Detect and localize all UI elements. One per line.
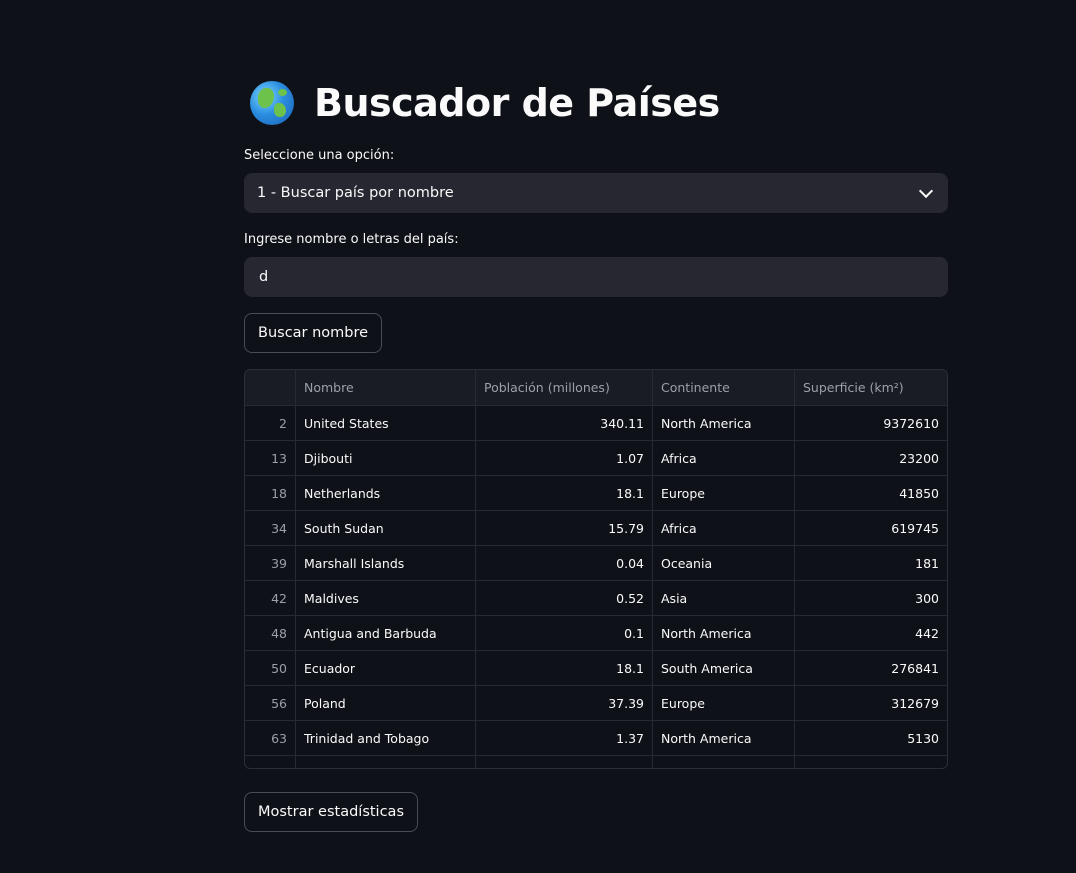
row-index: 63 [245, 721, 296, 755]
table-row[interactable] [245, 756, 947, 768]
table-cell[interactable]: 181 [795, 546, 947, 580]
search-name-button[interactable]: Buscar nombre [244, 313, 383, 353]
row-index: 18 [245, 476, 296, 510]
table-cell[interactable] [653, 756, 795, 768]
table-cell[interactable]: 1.37 [476, 721, 653, 755]
table-cell[interactable]: Trinidad and Tobago [296, 721, 476, 755]
table-cell[interactable] [476, 756, 653, 768]
table-cell[interactable]: 276841 [795, 651, 947, 685]
table-cell[interactable] [296, 756, 476, 768]
table-cell[interactable]: North America [653, 616, 795, 650]
table-cell[interactable]: 41850 [795, 476, 947, 510]
results-table[interactable]: Nombre Población (millones) Continente Supe… [244, 369, 948, 769]
option-select[interactable]: 1 - Buscar país por nombre [244, 173, 948, 213]
table-cell[interactable]: South America [653, 651, 795, 685]
table-cell[interactable]: 15.79 [476, 511, 653, 545]
row-index: 34 [245, 511, 296, 545]
table-cell[interactable]: 619745 [795, 511, 947, 545]
table-row[interactable]: 42 Maldives 0.52 Asia 300 [245, 581, 947, 616]
table-header: Nombre Población (millones) Continente Supe… [245, 370, 947, 406]
globe-icon [250, 81, 294, 125]
table-cell[interactable]: 442 [795, 616, 947, 650]
row-index [245, 756, 296, 768]
table-cell[interactable]: 18.1 [476, 651, 653, 685]
table-cell[interactable]: Oceania [653, 546, 795, 580]
table-cell[interactable]: 5130 [795, 721, 947, 755]
table-row[interactable]: 48 Antigua and Barbuda 0.1 North America 442 [245, 616, 947, 651]
row-index: 50 [245, 651, 296, 685]
table-row[interactable]: 2 United States 340.11 North America 9372610 [245, 406, 947, 441]
table-cell[interactable]: North America [653, 406, 795, 440]
table-cell[interactable]: United States [296, 406, 476, 440]
table-cell[interactable]: 0.1 [476, 616, 653, 650]
row-index: 42 [245, 581, 296, 615]
table-cell[interactable]: 37.39 [476, 686, 653, 720]
table-cell[interactable]: Africa [653, 511, 795, 545]
table-row[interactable]: 50 Ecuador 18.1 South America 276841 [245, 651, 947, 686]
table-cell[interactable]: Marshall Islands [296, 546, 476, 580]
table-cell[interactable]: 9372610 [795, 406, 947, 440]
table-cell[interactable]: Netherlands [296, 476, 476, 510]
column-header[interactable]: Nombre [296, 370, 476, 405]
table-cell[interactable]: 340.11 [476, 406, 653, 440]
table-cell[interactable]: 0.04 [476, 546, 653, 580]
column-header[interactable]: Superficie (km²) [795, 370, 947, 405]
table-cell[interactable]: 23200 [795, 441, 947, 475]
column-header[interactable]: Población (millones) [476, 370, 653, 405]
page-title: Buscador de Países [314, 81, 720, 125]
row-index: 48 [245, 616, 296, 650]
row-index: 39 [245, 546, 296, 580]
table-row[interactable]: 13 Djibouti 1.07 Africa 23200 [245, 441, 947, 476]
row-index: 13 [245, 441, 296, 475]
table-cell[interactable]: Maldives [296, 581, 476, 615]
country-name-input[interactable] [244, 257, 948, 297]
table-row[interactable]: 34 South Sudan 15.79 Africa 619745 [245, 511, 947, 546]
table-cell[interactable]: 0.52 [476, 581, 653, 615]
option-select-value: 1 - Buscar país por nombre [257, 185, 454, 201]
row-index: 2 [245, 406, 296, 440]
show-stats-button[interactable]: Mostrar estadísticas [244, 792, 418, 832]
table-cell[interactable]: Ecuador [296, 651, 476, 685]
column-header[interactable]: Continente [653, 370, 795, 405]
table-cell[interactable]: Antigua and Barbuda [296, 616, 476, 650]
table-cell[interactable] [795, 756, 947, 768]
table-cell[interactable]: 18.1 [476, 476, 653, 510]
table-cell[interactable]: 300 [795, 581, 947, 615]
row-index: 56 [245, 686, 296, 720]
table-cell[interactable]: 1.07 [476, 441, 653, 475]
column-header[interactable] [245, 370, 296, 405]
header: Buscador de Países [250, 78, 720, 128]
select-label: Seleccione una opción: [244, 148, 395, 163]
table-cell[interactable]: Africa [653, 441, 795, 475]
table-row[interactable]: 56 Poland 37.39 Europe 312679 [245, 686, 947, 721]
table-row[interactable]: 18 Netherlands 18.1 Europe 41850 [245, 476, 947, 511]
table-row[interactable]: 63 Trinidad and Tobago 1.37 North America 51… [245, 721, 947, 756]
table-cell[interactable]: Europe [653, 686, 795, 720]
table-cell[interactable]: North America [653, 721, 795, 755]
table-cell[interactable]: Djibouti [296, 441, 476, 475]
table-row[interactable]: 39 Marshall Islands 0.04 Oceania 181 [245, 546, 947, 581]
table-cell[interactable]: Europe [653, 476, 795, 510]
table-cell[interactable]: 312679 [795, 686, 947, 720]
chevron-down-icon [918, 183, 934, 198]
table-cell[interactable]: Poland [296, 686, 476, 720]
table-cell[interactable]: Asia [653, 581, 795, 615]
input-label: Ingrese nombre o letras del país: [244, 232, 459, 247]
table-cell[interactable]: South Sudan [296, 511, 476, 545]
